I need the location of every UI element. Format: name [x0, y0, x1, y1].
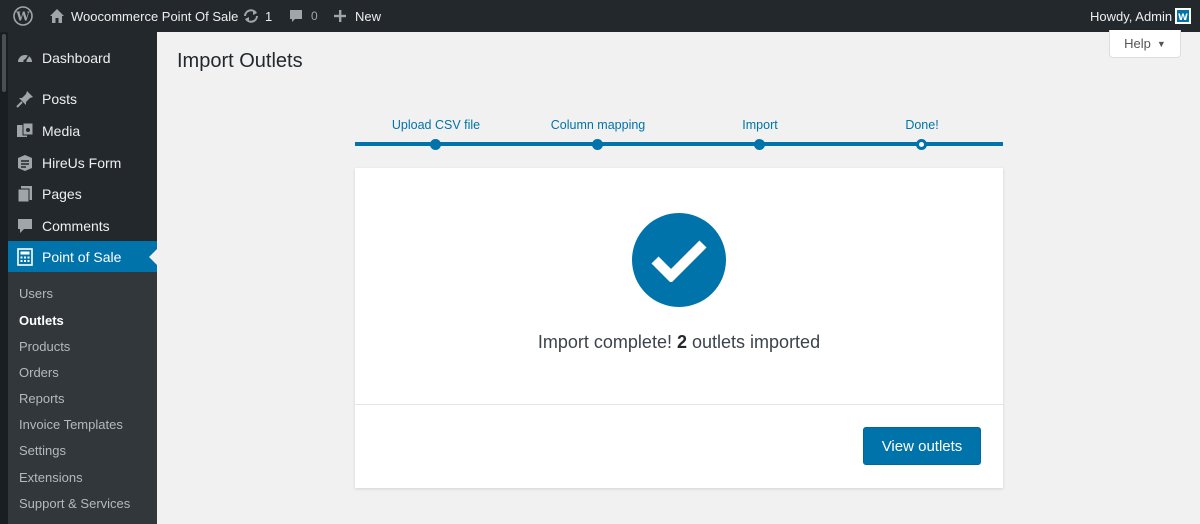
sidebar-item-label: Dashboard	[42, 50, 111, 66]
submenu-item-invoice-templates[interactable]: Invoice Templates	[19, 417, 123, 432]
import-complete-message: Import complete! 2 outlets imported	[355, 332, 1003, 353]
wordpress-logo-icon[interactable]: W	[13, 0, 33, 32]
message-suffix: outlets imported	[692, 332, 821, 352]
help-button[interactable]: Help ▼	[1109, 30, 1181, 58]
help-label: Help	[1124, 36, 1151, 51]
step-dot	[754, 139, 765, 150]
sidebar-item-comments[interactable]: Comments	[8, 210, 157, 242]
view-outlets-button[interactable]: View outlets	[863, 427, 981, 465]
new-content-link[interactable]: New	[355, 0, 381, 32]
calculator-icon	[16, 248, 34, 266]
dashboard-icon	[16, 49, 34, 67]
step-label: Upload CSV file	[391, 118, 481, 132]
import-steps: Upload CSV file Column mapping Import Do…	[355, 118, 1003, 150]
submenu-item-users[interactable]: Users	[19, 286, 53, 301]
comment-bubble-icon[interactable]	[288, 0, 304, 32]
message-prefix: Import complete!	[537, 332, 672, 352]
submenu-item-support-services[interactable]: Support & Services	[19, 496, 130, 511]
pin-icon	[16, 90, 34, 108]
imported-count: 2	[676, 332, 687, 352]
pages-icon	[16, 185, 34, 203]
step-dot-current	[916, 139, 927, 150]
submenu-item-products[interactable]: Products	[19, 339, 70, 354]
step-import: Import	[679, 118, 841, 150]
submenu-item-reports[interactable]: Reports	[19, 391, 65, 406]
sidebar-item-hireus-form[interactable]: HireUs Form	[8, 147, 157, 179]
sidebar-item-media[interactable]: Media	[8, 115, 157, 147]
user-avatar[interactable]: W	[1175, 0, 1191, 32]
admin-bar: W Woocommerce Point Of Sale 1 0 New Howd…	[0, 0, 1200, 32]
sidebar-item-posts[interactable]: Posts	[8, 83, 157, 115]
home-icon[interactable]	[49, 0, 65, 32]
howdy-user-link[interactable]: Howdy, Admin	[1090, 0, 1172, 32]
updates-count[interactable]: 1	[265, 0, 272, 32]
step-upload: Upload CSV file	[355, 118, 517, 150]
step-label: Column mapping	[550, 118, 646, 132]
step-label: Import	[742, 118, 778, 132]
step-done: Done!	[841, 118, 1003, 150]
sidebar-item-label: Point of Sale	[42, 249, 122, 265]
point-of-sale-submenu: Users Outlets Products Orders Reports In…	[8, 272, 157, 524]
submenu-item-extensions[interactable]: Extensions	[19, 470, 83, 485]
import-result-card: Import complete! 2 outlets imported View…	[355, 168, 1003, 488]
caret-down-icon: ▼	[1156, 38, 1166, 49]
sidebar-item-dashboard[interactable]: Dashboard	[8, 42, 157, 74]
submenu-item-orders[interactable]: Orders	[19, 365, 59, 380]
step-column-mapping: Column mapping	[517, 118, 679, 150]
step-dot	[430, 139, 441, 150]
updates-icon[interactable]	[242, 0, 260, 32]
page-title: Import Outlets	[177, 50, 303, 72]
sidebar-item-label: Comments	[42, 218, 110, 234]
checkmark-icon	[632, 213, 726, 307]
scroll-strip	[0, 32, 8, 524]
sidebar-item-label: Pages	[42, 186, 82, 202]
sidebar-item-point-of-sale[interactable]: Point of Sale	[8, 241, 157, 273]
sidebar-item-label: Posts	[42, 91, 78, 107]
scroll-thumb[interactable]	[2, 34, 6, 92]
form-icon	[16, 154, 34, 172]
plus-icon[interactable]	[333, 0, 347, 32]
card-divider	[355, 404, 1003, 405]
step-dot	[592, 139, 603, 150]
svg-text:W: W	[15, 10, 30, 24]
submenu-item-outlets[interactable]: Outlets	[19, 313, 64, 328]
sidebar-item-label: HireUs Form	[42, 155, 122, 171]
sidebar-item-pages[interactable]: Pages	[8, 178, 157, 210]
sidebar-item-label: Media	[42, 123, 81, 139]
svg-text:W: W	[1178, 13, 1188, 23]
comments-count[interactable]: 0	[311, 0, 318, 32]
submenu-item-settings[interactable]: Settings	[19, 443, 66, 458]
step-label: Done!	[905, 118, 939, 132]
site-name-link[interactable]: Woocommerce Point Of Sale	[71, 0, 238, 32]
comment-icon	[16, 217, 34, 235]
admin-sidebar: Dashboard Posts Media HireUs Form Pages …	[8, 32, 157, 524]
media-icon	[16, 122, 34, 140]
